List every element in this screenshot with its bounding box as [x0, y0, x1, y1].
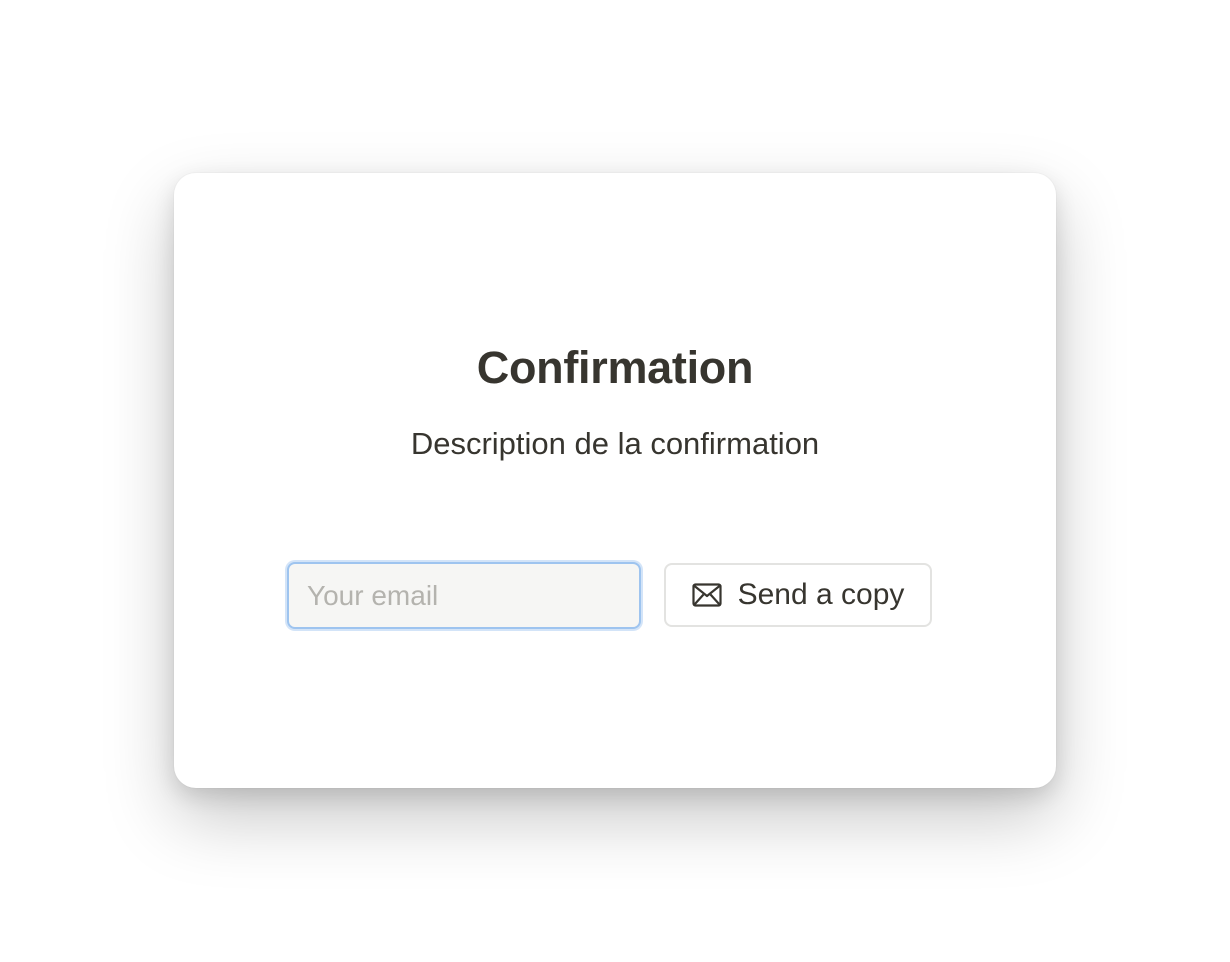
envelope-icon	[691, 583, 722, 607]
page-background: Confirmation Description de la confirmat…	[0, 0, 1230, 962]
dialog-title: Confirmation	[476, 342, 754, 393]
dialog-description: Description de la confirmation	[410, 426, 820, 461]
send-copy-button[interactable]: Send a copy	[664, 563, 932, 627]
email-field[interactable]	[287, 562, 641, 629]
send-copy-label: Send a copy	[737, 578, 905, 611]
confirmation-dialog	[174, 173, 1056, 788]
